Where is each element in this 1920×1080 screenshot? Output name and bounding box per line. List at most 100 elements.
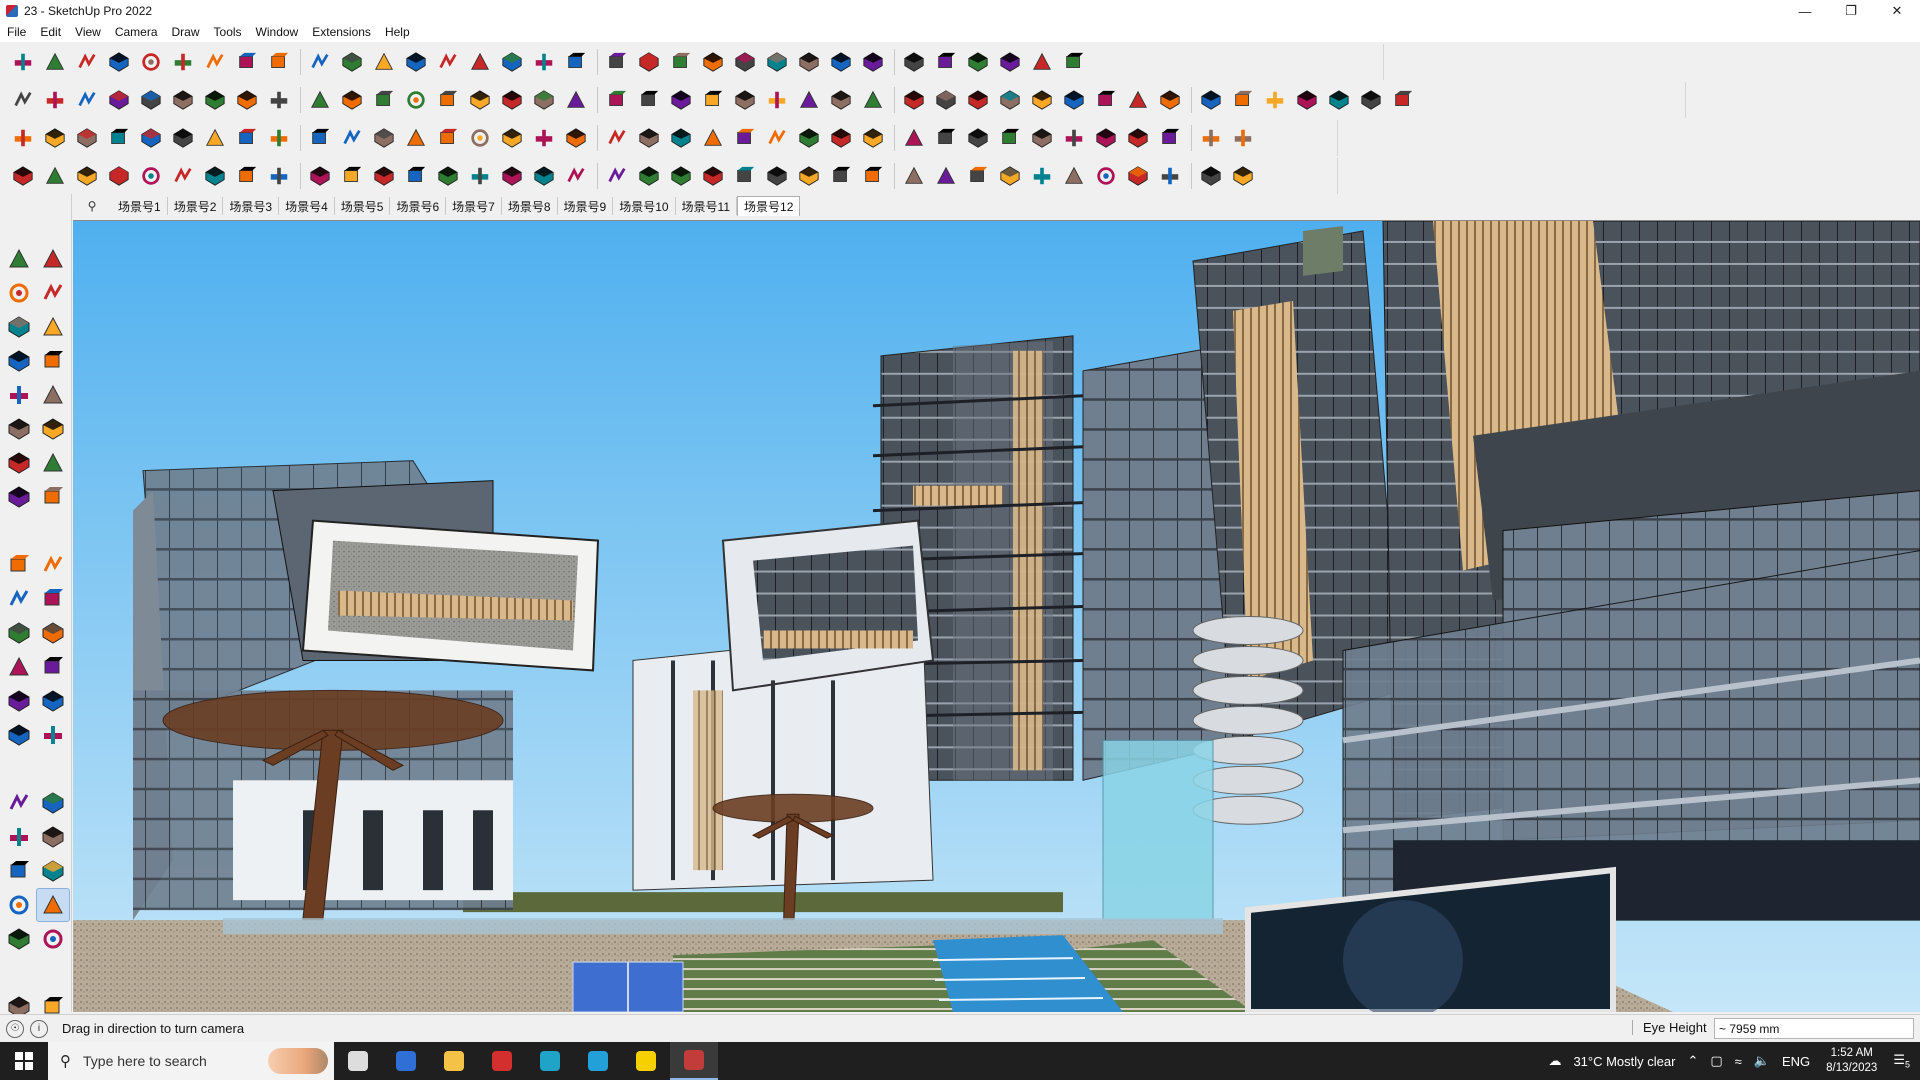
cube-red-icon[interactable] xyxy=(965,125,991,151)
info-icon[interactable]: i xyxy=(30,1019,48,1038)
scene-tab[interactable]: 场景号6 xyxy=(390,197,447,215)
scene-tab[interactable]: 场景号7 xyxy=(446,197,502,215)
face-blue2-icon[interactable] xyxy=(42,125,68,151)
tape-icon[interactable] xyxy=(36,310,70,344)
menu-view[interactable]: View xyxy=(68,25,108,39)
minimize-button[interactable]: — xyxy=(1782,0,1828,22)
network-icon[interactable]: ≈ xyxy=(1735,1054,1742,1069)
scene-tab[interactable]: 场景号12 xyxy=(737,196,801,216)
geo-location-icon[interactable]: ☉ xyxy=(6,1019,24,1038)
pipe-icon[interactable] xyxy=(371,125,397,151)
panel9-icon[interactable] xyxy=(1157,163,1183,189)
menu-file[interactable]: File xyxy=(0,25,33,39)
select-component-icon[interactable] xyxy=(796,49,822,75)
sticky-notes-icon[interactable] xyxy=(622,1042,670,1080)
node-line-icon[interactable] xyxy=(435,125,461,151)
panel-icon[interactable] xyxy=(901,163,927,189)
weather-text[interactable]: 31°C Mostly clear xyxy=(1573,1054,1675,1069)
fx-icon[interactable] xyxy=(700,87,726,113)
arc2-icon[interactable] xyxy=(36,446,70,480)
component-icon[interactable] xyxy=(2,310,36,344)
text-icon[interactable] xyxy=(36,684,70,718)
menu-draw[interactable]: Draw xyxy=(165,25,207,39)
axes-icon[interactable] xyxy=(828,49,854,75)
push-magenta-icon[interactable] xyxy=(307,87,333,113)
pie-icon[interactable] xyxy=(2,480,36,514)
zoom-extents-icon[interactable] xyxy=(2,854,36,888)
box-icon[interactable] xyxy=(1157,87,1183,113)
pan-icon[interactable] xyxy=(36,786,70,820)
followme-icon[interactable] xyxy=(234,49,260,75)
language-indicator[interactable]: ENG xyxy=(1782,1054,1810,1069)
tray-chevron-icon[interactable]: ⌃ xyxy=(1687,1053,1698,1069)
wall2-icon[interactable] xyxy=(403,87,429,113)
curve-dots-icon[interactable] xyxy=(42,163,68,189)
sketch-icon[interactable] xyxy=(732,87,758,113)
mesh-icon[interactable] xyxy=(234,163,260,189)
scene-tab[interactable]: 场景号9 xyxy=(558,197,614,215)
measurements-box[interactable]: ~ 7959 mm xyxy=(1714,1018,1914,1039)
house2-icon[interactable] xyxy=(563,87,589,113)
bend-icon[interactable] xyxy=(403,125,429,151)
ruby-icon[interactable] xyxy=(1061,49,1087,75)
3d-app-icon[interactable] xyxy=(526,1042,574,1080)
iso-view-icon[interactable] xyxy=(10,87,36,113)
scene-tab[interactable]: 场景号5 xyxy=(335,197,391,215)
fan3-icon[interactable] xyxy=(796,163,822,189)
orbit-icon[interactable] xyxy=(467,49,493,75)
position-camera-icon[interactable] xyxy=(36,922,70,956)
globe-icon[interactable] xyxy=(1358,87,1384,113)
circle-icon[interactable] xyxy=(2,412,36,446)
user-icon[interactable] xyxy=(732,49,758,75)
scissor-icon[interactable] xyxy=(106,163,132,189)
layers-icon[interactable] xyxy=(636,49,662,75)
leaf-icon[interactable] xyxy=(604,163,630,189)
truss-icon[interactable] xyxy=(828,163,854,189)
curve-tool-icon[interactable] xyxy=(1125,87,1151,113)
grid-orange2-icon[interactable] xyxy=(1093,125,1119,151)
paintbucket-icon[interactable] xyxy=(435,49,461,75)
move4-icon[interactable] xyxy=(764,125,790,151)
fan2-icon[interactable] xyxy=(764,163,790,189)
spring-icon[interactable] xyxy=(202,163,228,189)
hook-icon[interactable] xyxy=(668,125,694,151)
zoom-icon[interactable] xyxy=(10,49,36,75)
boulder-icon[interactable] xyxy=(1326,87,1352,113)
stairs4-icon[interactable] xyxy=(435,163,461,189)
walk-icon[interactable] xyxy=(2,888,36,922)
eraser-icon[interactable] xyxy=(36,276,70,310)
scene-tab[interactable]: 场景号4 xyxy=(279,197,335,215)
soften-icon[interactable] xyxy=(339,87,365,113)
followme-icon[interactable] xyxy=(36,582,70,616)
car-icon[interactable] xyxy=(74,163,100,189)
grid-orange3-icon[interactable] xyxy=(1125,125,1151,151)
edge-icon[interactable] xyxy=(574,1042,622,1080)
scene-tab[interactable]: 场景号3 xyxy=(223,197,280,215)
dimension-icon[interactable] xyxy=(36,650,70,684)
hook2-icon[interactable] xyxy=(700,125,726,151)
rotate-icon[interactable] xyxy=(307,49,333,75)
down-arrows-icon[interactable] xyxy=(901,49,927,75)
parallelogram-icon[interactable] xyxy=(933,87,959,113)
calculator-icon[interactable] xyxy=(382,1042,430,1080)
task-view-icon[interactable] xyxy=(334,1042,382,1080)
gear-icon[interactable] xyxy=(138,163,164,189)
sketchup-icon[interactable] xyxy=(670,1042,718,1080)
zoom-window-icon[interactable] xyxy=(36,820,70,854)
plane-icon[interactable] xyxy=(170,163,196,189)
polyline-icon[interactable] xyxy=(10,163,36,189)
push-orange-icon[interactable] xyxy=(234,87,260,113)
tags-icon[interactable] xyxy=(700,49,726,75)
dots-icon[interactable] xyxy=(1157,125,1183,151)
select-icon[interactable] xyxy=(2,242,36,276)
pushpull-icon[interactable] xyxy=(36,548,70,582)
arc-icon[interactable] xyxy=(2,446,36,480)
panel2-icon[interactable] xyxy=(933,163,959,189)
ellipse-icon[interactable] xyxy=(901,87,927,113)
rectangle-icon[interactable] xyxy=(2,378,36,412)
pan-icon[interactable] xyxy=(499,49,525,75)
polygon-icon[interactable] xyxy=(1029,87,1055,113)
cluster-icon[interactable] xyxy=(997,125,1023,151)
paint-bucket-icon[interactable] xyxy=(2,276,36,310)
axes-icon[interactable] xyxy=(2,718,36,752)
